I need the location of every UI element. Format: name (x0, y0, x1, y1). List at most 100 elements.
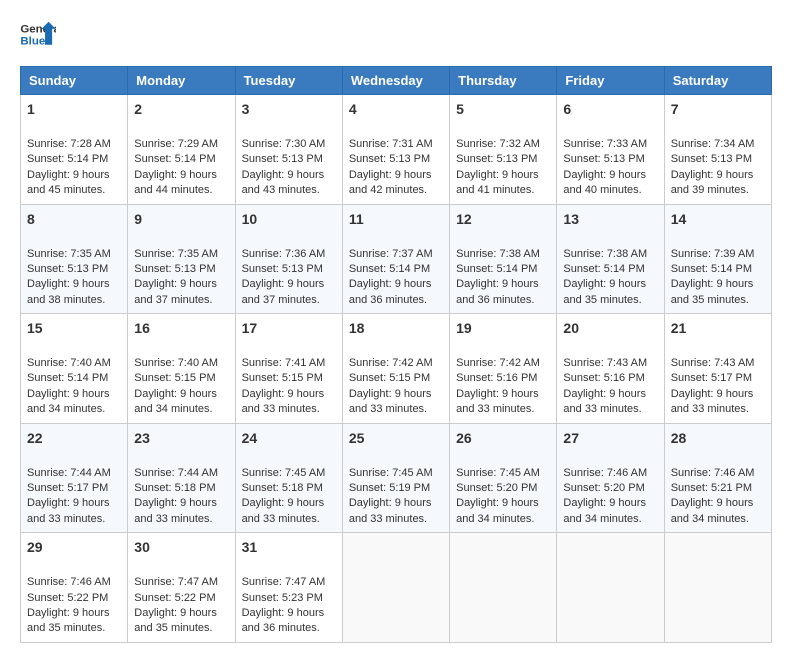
calendar-cell (664, 533, 771, 643)
calendar-body: 1Sunrise: 7:28 AMSunset: 5:14 PMDaylight… (21, 95, 772, 643)
sunrise-text: Sunrise: 7:29 AM (134, 138, 218, 150)
daylight-text: Daylight: 9 hours and 36 minutes. (349, 278, 432, 305)
sunrise-text: Sunrise: 7:31 AM (349, 138, 433, 150)
calendar-week-4: 22 Sunrise: 7:44 AM Sunset: 5:17 PM Dayligh… (21, 423, 772, 533)
day-number: 16 (134, 319, 228, 339)
calendar-week-1: 1Sunrise: 7:28 AMSunset: 5:14 PMDaylight… (21, 95, 772, 205)
sunrise-text: Sunrise: 7:47 AM (134, 576, 218, 588)
sunset-text: Sunset: 5:13 PM (242, 263, 323, 275)
daylight-text: Daylight: 9 hours and 33 minutes. (242, 497, 325, 524)
sunrise-text: Sunrise: 7:42 AM (349, 357, 433, 369)
sunrise-text: Sunrise: 7:40 AM (134, 357, 218, 369)
daylight-text: Daylight: 9 hours and 33 minutes. (349, 388, 432, 415)
daylight-text: Daylight: 9 hours and 37 minutes. (134, 278, 217, 305)
daylight-text: Daylight: 9 hours and 44 minutes. (134, 169, 217, 196)
daylight-text: Daylight: 9 hours and 35 minutes. (671, 278, 754, 305)
day-number: 31 (242, 538, 336, 558)
daylight-text: Daylight: 9 hours and 33 minutes. (134, 497, 217, 524)
day-number: 5 (456, 100, 550, 120)
sunset-text: Sunset: 5:18 PM (134, 482, 215, 494)
sunrise-text: Sunrise: 7:41 AM (242, 357, 326, 369)
sunrise-text: Sunrise: 7:44 AM (27, 467, 111, 479)
calendar-cell (450, 533, 557, 643)
calendar-cell: 2Sunrise: 7:29 AMSunset: 5:14 PMDaylight… (128, 95, 235, 205)
daylight-text: Daylight: 9 hours and 45 minutes. (27, 169, 110, 196)
sunrise-text: Sunrise: 7:33 AM (563, 138, 647, 150)
sunset-text: Sunset: 5:15 PM (134, 372, 215, 384)
sunset-text: Sunset: 5:20 PM (456, 482, 537, 494)
calendar-cell: 27Sunrise: 7:46 AMSunset: 5:20 PMDayligh… (557, 423, 664, 533)
daylight-text: Daylight: 9 hours and 33 minutes. (563, 388, 646, 415)
calendar-header-tuesday: Tuesday (235, 67, 342, 95)
svg-text:Blue: Blue (20, 36, 45, 48)
sunrise-text: Sunrise: 7:46 AM (671, 467, 755, 479)
sunrise-text: Sunrise: 7:47 AM (242, 576, 326, 588)
logo: General Blue (20, 20, 56, 50)
calendar-cell: 13Sunrise: 7:38 AMSunset: 5:14 PMDayligh… (557, 204, 664, 314)
day-number: 12 (456, 210, 550, 230)
day-number: 1 (27, 100, 121, 120)
daylight-text: Daylight: 9 hours and 33 minutes. (671, 388, 754, 415)
sunrise-text: Sunrise: 7:37 AM (349, 248, 433, 260)
calendar-cell: 18Sunrise: 7:42 AMSunset: 5:15 PMDayligh… (342, 314, 449, 424)
day-number: 2 (134, 100, 228, 120)
sunset-text: Sunset: 5:23 PM (242, 592, 323, 604)
day-number: 22 (27, 429, 121, 449)
daylight-text: Daylight: 9 hours and 40 minutes. (563, 169, 646, 196)
daylight-text: Daylight: 9 hours and 36 minutes. (456, 278, 539, 305)
calendar-cell: 7Sunrise: 7:34 AMSunset: 5:13 PMDaylight… (664, 95, 771, 205)
day-number: 20 (563, 319, 657, 339)
calendar-cell: 24Sunrise: 7:45 AMSunset: 5:18 PMDayligh… (235, 423, 342, 533)
daylight-text: Daylight: 9 hours and 39 minutes. (671, 169, 754, 196)
sunrise-text: Sunrise: 7:43 AM (671, 357, 755, 369)
sunset-text: Sunset: 5:14 PM (671, 263, 752, 275)
daylight-text: Daylight: 9 hours and 34 minutes. (671, 497, 754, 524)
page-header: General Blue (20, 20, 772, 50)
sunrise-text: Sunrise: 7:32 AM (456, 138, 540, 150)
sunrise-text: Sunrise: 7:36 AM (242, 248, 326, 260)
calendar-header-saturday: Saturday (664, 67, 771, 95)
sunset-text: Sunset: 5:15 PM (242, 372, 323, 384)
sunset-text: Sunset: 5:15 PM (349, 372, 430, 384)
calendar-cell: 8Sunrise: 7:35 AMSunset: 5:13 PMDaylight… (21, 204, 128, 314)
sunset-text: Sunset: 5:20 PM (563, 482, 644, 494)
daylight-text: Daylight: 9 hours and 41 minutes. (456, 169, 539, 196)
day-number: 17 (242, 319, 336, 339)
calendar-cell: 28Sunrise: 7:46 AMSunset: 5:21 PMDayligh… (664, 423, 771, 533)
calendar-header-friday: Friday (557, 67, 664, 95)
sunrise-text: Sunrise: 7:42 AM (456, 357, 540, 369)
calendar-cell: 10Sunrise: 7:36 AMSunset: 5:13 PMDayligh… (235, 204, 342, 314)
calendar-cell: 9Sunrise: 7:35 AMSunset: 5:13 PMDaylight… (128, 204, 235, 314)
daylight-text: Daylight: 9 hours and 33 minutes. (242, 388, 325, 415)
calendar-cell: 15Sunrise: 7:40 AMSunset: 5:14 PMDayligh… (21, 314, 128, 424)
sunset-text: Sunset: 5:17 PM (27, 482, 108, 494)
sunrise-text: Sunrise: 7:44 AM (134, 467, 218, 479)
daylight-text: Daylight: 9 hours and 33 minutes. (456, 388, 539, 415)
daylight-text: Daylight: 9 hours and 34 minutes. (27, 388, 110, 415)
calendar-header-sunday: Sunday (21, 67, 128, 95)
day-number: 9 (134, 210, 228, 230)
sunset-text: Sunset: 5:14 PM (563, 263, 644, 275)
calendar-cell: 3Sunrise: 7:30 AMSunset: 5:13 PMDaylight… (235, 95, 342, 205)
calendar-cell (557, 533, 664, 643)
day-number: 8 (27, 210, 121, 230)
sunset-text: Sunset: 5:13 PM (134, 263, 215, 275)
day-number: 28 (671, 429, 765, 449)
calendar-cell: 30Sunrise: 7:47 AMSunset: 5:22 PMDayligh… (128, 533, 235, 643)
calendar-cell: 11Sunrise: 7:37 AMSunset: 5:14 PMDayligh… (342, 204, 449, 314)
calendar-header-row: SundayMondayTuesdayWednesdayThursdayFrid… (21, 67, 772, 95)
calendar-header-monday: Monday (128, 67, 235, 95)
day-number: 14 (671, 210, 765, 230)
day-number: 11 (349, 210, 443, 230)
calendar-cell: 22Sunrise: 7:44 AMSunset: 5:17 PMDayligh… (21, 423, 128, 533)
sunrise-text: Sunrise: 7:46 AM (27, 576, 111, 588)
daylight-text: Daylight: 9 hours and 34 minutes. (134, 388, 217, 415)
daylight-text: Daylight: 9 hours and 36 minutes. (242, 607, 325, 634)
day-number: 13 (563, 210, 657, 230)
sunset-text: Sunset: 5:13 PM (456, 153, 537, 165)
calendar-cell: 1Sunrise: 7:28 AMSunset: 5:14 PMDaylight… (21, 95, 128, 205)
sunrise-text: Sunrise: 7:45 AM (349, 467, 433, 479)
day-number: 23 (134, 429, 228, 449)
calendar-cell: 14Sunrise: 7:39 AMSunset: 5:14 PMDayligh… (664, 204, 771, 314)
sunset-text: Sunset: 5:14 PM (27, 372, 108, 384)
